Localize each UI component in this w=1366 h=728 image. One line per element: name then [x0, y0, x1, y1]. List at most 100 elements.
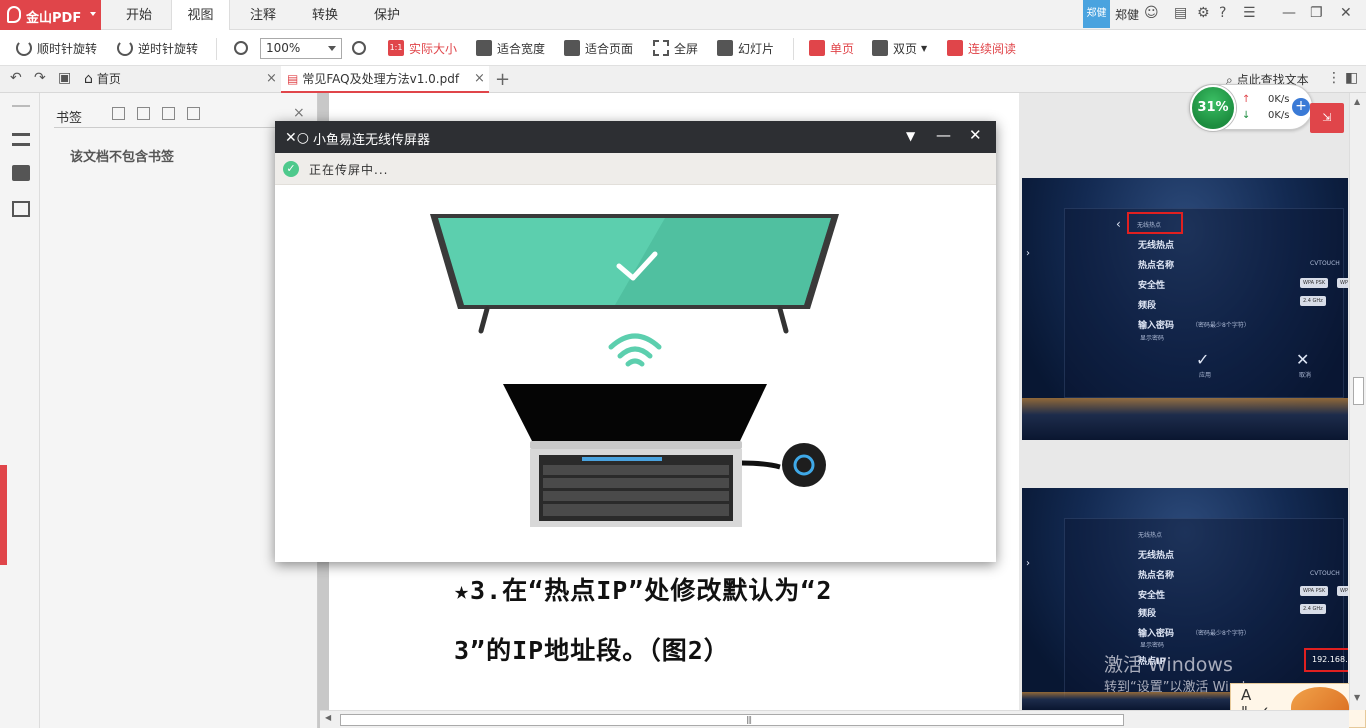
panel-handle[interactable]: [0, 465, 7, 565]
panel-header: 无线热点: [1138, 532, 1163, 539]
security-option: WPA PSK: [1300, 586, 1329, 596]
accelerate-icon[interactable]: +: [1292, 98, 1310, 116]
collapse-icon[interactable]: [12, 105, 30, 107]
vertical-scrollbar[interactable]: ▲ ▼: [1349, 93, 1366, 710]
user-name[interactable]: 郑健: [1115, 6, 1139, 23]
setting-label: 无线热点: [1138, 551, 1175, 561]
redo-icon[interactable]: ↷: [34, 70, 46, 86]
delete-bookmark-icon[interactable]: [187, 107, 200, 120]
continuous-read-button[interactable]: 连续阅读: [947, 38, 1016, 58]
download-arrow-icon: ↓: [1242, 110, 1251, 121]
status-text: 正在传屏中...: [309, 163, 389, 177]
rotate-ccw-button[interactable]: 逆时针旋转: [117, 38, 198, 58]
dongle-cable: [741, 460, 781, 470]
zoom-in-button[interactable]: [352, 38, 371, 58]
pdf-convert-float-icon[interactable]: ⇲: [1310, 103, 1344, 133]
help-icon[interactable]: ?: [1219, 5, 1226, 21]
zoom-out-button[interactable]: [234, 38, 253, 58]
network-speed-widget[interactable]: 31% ↑ 0K/s ↓ 0K/s +: [1189, 84, 1313, 131]
scroll-thumb[interactable]: [1353, 377, 1364, 405]
thumbnail-icon[interactable]: [12, 165, 30, 181]
double-page-icon: [872, 40, 888, 56]
app-logo-button[interactable]: 金山PDF: [0, 0, 101, 30]
rotate-cw-button[interactable]: 顺时针旋转: [16, 38, 97, 58]
bookmark-list-icon[interactable]: [12, 133, 30, 146]
dialog-titlebar[interactable]: ✕○ 小鱼易连无线传屏器 ▼ — ✕: [275, 121, 996, 153]
band-option: 2.4 GHz: [1300, 296, 1326, 306]
fit-width-button[interactable]: 适合宽度: [476, 38, 545, 58]
more-icon[interactable]: ⋮: [1327, 70, 1341, 86]
fullscreen-button[interactable]: 全屏: [653, 38, 698, 58]
menu-tab-view[interactable]: 视图: [171, 0, 230, 31]
zoom-select[interactable]: 100%: [260, 38, 342, 59]
slideshow-button[interactable]: 幻灯片: [717, 38, 774, 58]
check-circle-icon: ✓: [283, 161, 299, 177]
message-icon[interactable]: ▤: [1174, 5, 1187, 21]
tab-home[interactable]: ⌂ 首页: [84, 66, 280, 93]
setting-label: 热点名称: [1138, 261, 1175, 271]
slideshow-icon: [717, 40, 733, 56]
chevron-down-icon: [328, 46, 336, 51]
save-icon[interactable]: ▣: [58, 70, 71, 86]
actual-size-icon: 1:1: [388, 40, 404, 56]
user-badge[interactable]: 郑健: [1083, 0, 1110, 28]
menu-icon[interactable]: ☰: [1243, 5, 1256, 21]
menu-bar: 金山PDF 开始 视图 注释 转换 保护 郑健 郑健 ☺ ▤ ⚙ ? ☰ — ❐…: [0, 0, 1366, 31]
fit-page-icon: [564, 40, 580, 56]
wifi-arc: [617, 346, 653, 359]
collapse-all-icon[interactable]: [137, 107, 150, 120]
menu-tab-start[interactable]: 开始: [112, 0, 166, 30]
close-panel-icon[interactable]: ×: [293, 105, 305, 121]
document-text-line: 3”的IP地址段。（图2）: [454, 636, 730, 665]
restore-icon[interactable]: ❐: [1310, 5, 1323, 21]
actual-size-button[interactable]: 1:1 实际大小: [388, 38, 457, 58]
panel-header: 无线热点: [1137, 222, 1162, 229]
tab-document[interactable]: ▤ 常见FAQ及处理方法v1.0.pdf: [281, 66, 489, 93]
single-page-button[interactable]: 单页: [809, 38, 854, 58]
minimize-icon[interactable]: —: [1282, 5, 1296, 21]
upload-arrow-icon: ↑: [1242, 94, 1251, 105]
menu-tab-convert[interactable]: 转换: [298, 0, 352, 30]
no-bookmark-message: 该文档不包含书签: [70, 150, 175, 165]
menu-tab-annotate[interactable]: 注释: [236, 0, 290, 30]
password-hint: （密码最少8个字符）: [1192, 322, 1250, 329]
menu-tab-protect[interactable]: 保护: [360, 0, 414, 30]
scroll-left-icon[interactable]: ◀: [325, 713, 331, 722]
add-bookmark-icon[interactable]: [162, 107, 175, 120]
close-tab-icon[interactable]: ×: [474, 71, 485, 86]
scroll-thumb[interactable]: |||: [340, 714, 1124, 726]
fit-width-icon: [476, 40, 492, 56]
horizontal-scrollbar[interactable]: ◀ |||: [320, 710, 1349, 728]
status-bar: ✓ 正在传屏中...: [275, 153, 996, 185]
close-tab-icon[interactable]: ×: [266, 71, 277, 86]
setting-label: 热点名称: [1138, 571, 1175, 581]
xiaoyu-logo-icon: ✕○: [285, 130, 309, 146]
double-page-button[interactable]: 双页 ▼: [872, 38, 927, 58]
device-name: CVTOUCH: [1310, 570, 1340, 577]
scroll-up-icon[interactable]: ▲: [1354, 97, 1360, 106]
password-hint: （密码最少8个字符）: [1192, 630, 1250, 637]
undo-icon[interactable]: ↶: [10, 70, 22, 86]
expand-all-icon[interactable]: [112, 107, 125, 120]
confirm-icon: ✓: [1196, 350, 1210, 369]
new-tab-button[interactable]: +: [495, 69, 510, 90]
chevron-down-icon[interactable]: ▼: [906, 129, 915, 143]
setting-label: 频段: [1138, 301, 1157, 311]
minimize-icon[interactable]: —: [936, 126, 951, 144]
sidebar-toggle-icon[interactable]: ◧: [1345, 70, 1358, 86]
close-icon[interactable]: ✕: [969, 126, 982, 144]
attachment-icon[interactable]: [12, 201, 30, 217]
fit-page-button[interactable]: 适合页面: [564, 38, 633, 58]
gear-icon[interactable]: ⚙: [1197, 5, 1210, 21]
ip-value: 192.168.: [1312, 655, 1348, 664]
toolbar-separator: [793, 38, 794, 60]
wifi-arc: [625, 358, 645, 367]
touch-bar: [582, 457, 662, 461]
skin-icon[interactable]: ☺: [1144, 5, 1159, 21]
close-icon[interactable]: ✕: [1340, 5, 1352, 21]
security-option: WP: [1337, 586, 1348, 596]
wifi-arc: [608, 333, 662, 350]
scroll-down-icon[interactable]: ▼: [1354, 693, 1360, 702]
bookmark-title: 书签: [56, 111, 83, 126]
tv-leg: [478, 306, 490, 334]
